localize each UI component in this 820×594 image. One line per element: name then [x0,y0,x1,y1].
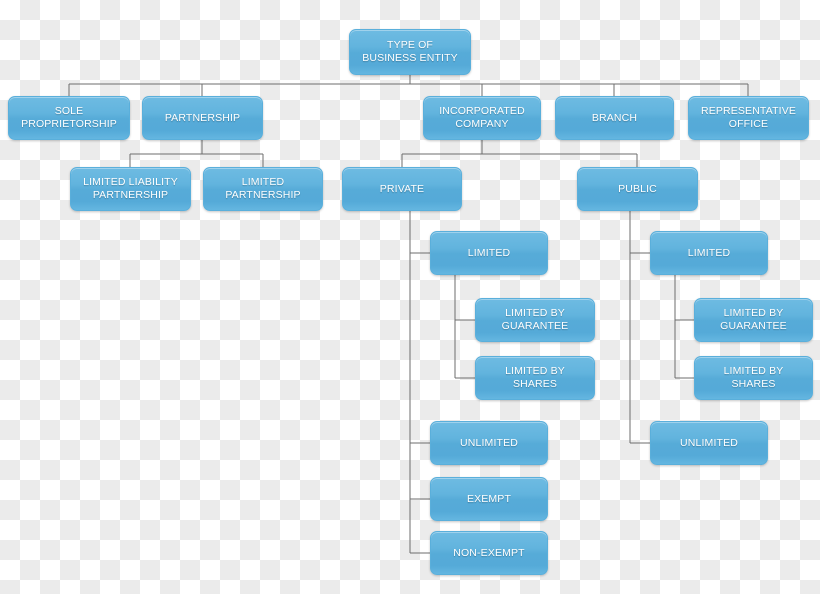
node-repoffice[interactable]: REPRESENTATIVE OFFICE [688,96,809,140]
node-label: TYPE OF BUSINESS ENTITY [362,39,458,64]
node-label: UNLIMITED [460,436,518,449]
node-pv-lbg[interactable]: LIMITED BY GUARANTEE [475,298,595,342]
node-branch[interactable]: BRANCH [555,96,674,140]
node-llp[interactable]: LIMITED LIABILITY PARTNERSHIP [70,167,191,211]
node-label: LIMITED PARTNERSHIP [225,176,301,201]
node-label: LIMITED BY GUARANTEE [501,307,569,332]
node-label: BRANCH [591,111,638,124]
node-label: EXEMPT [466,492,512,505]
node-pv-unlim[interactable]: UNLIMITED [430,421,548,465]
node-sole[interactable]: SOLE PROPRIETORSHIP [8,96,130,140]
node-label: LIMITED BY SHARES [723,365,784,390]
node-pv-lbs[interactable]: LIMITED BY SHARES [475,356,595,400]
node-private[interactable]: PRIVATE [342,167,462,211]
node-label: LIMITED BY SHARES [505,365,565,390]
node-pv-lim[interactable]: LIMITED [430,231,548,275]
node-label: REPRESENTATIVE OFFICE [700,105,797,130]
node-label: LIMITED [687,246,731,259]
node-label: SOLE PROPRIETORSHIP [21,105,117,130]
node-pb-lbs[interactable]: LIMITED BY SHARES [694,356,813,400]
node-label: PARTNERSHIP [164,111,241,124]
node-public[interactable]: PUBLIC [577,167,698,211]
node-lp[interactable]: LIMITED PARTNERSHIP [203,167,323,211]
node-label: UNLIMITED [680,436,738,449]
node-label: INCORPORATED COMPANY [439,105,525,130]
node-label: LIMITED BY GUARANTEE [720,307,787,332]
org-chart-canvas: TYPE OF BUSINESS ENTITY SOLE PROPRIETORSH… [0,0,820,594]
node-partner[interactable]: PARTNERSHIP [142,96,263,140]
node-incorp[interactable]: INCORPORATED COMPANY [423,96,541,140]
node-label: PUBLIC [618,182,657,195]
node-label: LIMITED [467,246,511,259]
node-pb-lbg[interactable]: LIMITED BY GUARANTEE [694,298,813,342]
node-pv-nonex[interactable]: NON-EXEMPT [430,531,548,575]
node-label: NON-EXEMPT [453,546,525,559]
node-root[interactable]: TYPE OF BUSINESS ENTITY [349,29,471,75]
node-label: PRIVATE [379,182,425,195]
node-pb-lim[interactable]: LIMITED [650,231,768,275]
node-pb-unlim[interactable]: UNLIMITED [650,421,768,465]
node-pv-ex[interactable]: EXEMPT [430,477,548,521]
connector-lines [68,75,749,554]
node-label: LIMITED LIABILITY PARTNERSHIP [83,176,178,201]
